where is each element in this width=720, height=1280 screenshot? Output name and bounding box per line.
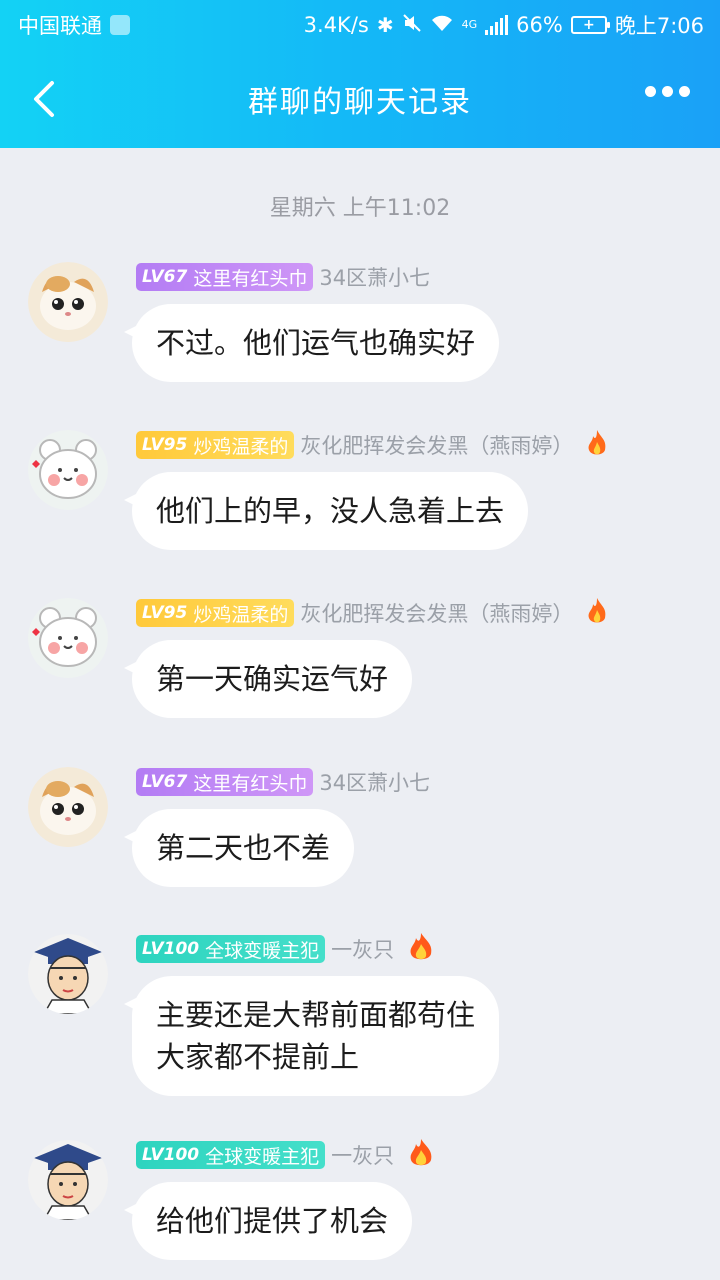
message-bubble[interactable]: 他们上的早，没人急着上去 bbox=[123, 472, 529, 550]
page-title: 群聊的聊天记录 bbox=[248, 85, 472, 120]
student-avatar[interactable] bbox=[28, 1140, 108, 1220]
network-speed: 3.4K/s bbox=[303, 13, 369, 37]
level-label: LV95 bbox=[142, 603, 188, 623]
message-text: 第一天确实运气好 bbox=[156, 662, 389, 696]
message-meta: LV95 炒鸡温柔的 灰化肥挥发会发黑（燕雨婷） bbox=[136, 598, 609, 628]
member-title: 全球变暖主犯 bbox=[205, 939, 320, 962]
mute-icon bbox=[402, 13, 422, 38]
level-badge: LV67 这里有红头巾 bbox=[136, 768, 314, 796]
header-bar: 中国联通 3.4K/s ✱ 4G 66% + 晚上7:06 群聊的聊天记录 bbox=[0, 0, 720, 148]
chat-timestamp: 星期六 上午11:02 bbox=[269, 196, 451, 221]
message-bubble[interactable]: 第一天确实运气好 bbox=[123, 640, 413, 718]
message-bubble[interactable]: 主要还是大帮前面都苟住 大家都不提前上 bbox=[123, 976, 500, 1096]
nav-bar: 群聊的聊天记录 bbox=[0, 50, 720, 148]
level-label: LV67 bbox=[142, 267, 188, 287]
member-title: 炒鸡温柔的 bbox=[193, 435, 289, 458]
level-badge: LV95 炒鸡温柔的 bbox=[136, 431, 295, 459]
cat-avatar[interactable] bbox=[28, 767, 108, 847]
message-bubble[interactable]: 第二天也不差 bbox=[123, 809, 355, 887]
level-label: LV100 bbox=[142, 1145, 200, 1165]
cat-avatar[interactable] bbox=[28, 262, 108, 342]
sender-name[interactable]: 34区萧小七 bbox=[319, 767, 430, 797]
clock: 晚上7:06 bbox=[614, 14, 704, 38]
carrier-name: 中国联通 bbox=[18, 14, 102, 38]
more-dot bbox=[645, 86, 656, 97]
sender-name[interactable]: 一灰只 bbox=[331, 934, 394, 964]
bear-avatar[interactable] bbox=[28, 430, 108, 510]
student-avatar[interactable] bbox=[28, 934, 108, 1014]
level-label: LV95 bbox=[142, 435, 188, 455]
fire-icon bbox=[406, 932, 436, 966]
message-text: 不过。他们运气也确实好 bbox=[156, 326, 476, 360]
message-text-line: 主要还是大帮前面都苟住 bbox=[156, 998, 476, 1032]
sender-name[interactable]: 灰化肥挥发会发黑（燕雨婷） bbox=[300, 430, 573, 460]
bluetooth-icon: ✱ bbox=[376, 13, 394, 37]
message-bubble[interactable]: 给他们提供了机会 bbox=[123, 1182, 413, 1260]
message-meta: LV100 全球变暖主犯 一灰只 bbox=[136, 932, 436, 966]
network-type: 4G bbox=[461, 18, 478, 31]
signal-icon bbox=[485, 15, 509, 35]
level-badge: LV100 全球变暖主犯 bbox=[136, 1141, 326, 1169]
message-meta: LV95 炒鸡温柔的 灰化肥挥发会发黑（燕雨婷） bbox=[136, 430, 609, 460]
message-meta: LV67 这里有红头巾 34区萧小七 bbox=[136, 767, 430, 797]
message-bubble[interactable]: 不过。他们运气也确实好 bbox=[123, 304, 500, 382]
chevron-left-icon bbox=[34, 81, 54, 117]
fire-icon bbox=[585, 596, 609, 630]
battery-icon: + bbox=[570, 16, 610, 34]
more-dot bbox=[662, 86, 673, 97]
level-label: LV100 bbox=[142, 939, 200, 959]
wifi-icon bbox=[430, 13, 454, 38]
status-bar: 中国联通 3.4K/s ✱ 4G 66% + 晚上7:06 bbox=[0, 0, 720, 50]
member-title: 这里有红头巾 bbox=[193, 772, 308, 795]
level-badge: LV100 全球变暖主犯 bbox=[136, 935, 326, 963]
bear-avatar[interactable] bbox=[28, 598, 108, 678]
message-meta: LV67 这里有红头巾 34区萧小七 bbox=[136, 262, 430, 292]
sender-name[interactable]: 34区萧小七 bbox=[319, 262, 430, 292]
message-text: 第二天也不差 bbox=[156, 831, 331, 865]
member-title: 这里有红头巾 bbox=[193, 267, 308, 290]
sender-name[interactable]: 灰化肥挥发会发黑（燕雨婷） bbox=[300, 598, 573, 628]
battery-percent: 66% bbox=[516, 13, 563, 37]
sim-icon bbox=[110, 15, 130, 35]
more-options-button[interactable] bbox=[645, 86, 690, 97]
level-badge: LV67 这里有红头巾 bbox=[136, 263, 314, 291]
level-badge: LV95 炒鸡温柔的 bbox=[136, 599, 295, 627]
sender-name[interactable]: 一灰只 bbox=[331, 1140, 394, 1170]
message-text: 他们上的早，没人急着上去 bbox=[156, 494, 505, 528]
message-text: 给他们提供了机会 bbox=[156, 1204, 389, 1238]
fire-icon bbox=[585, 428, 609, 462]
message-meta: LV100 全球变暖主犯 一灰只 bbox=[136, 1138, 436, 1172]
more-dot bbox=[679, 86, 690, 97]
fire-icon bbox=[406, 1138, 436, 1172]
level-label: LV67 bbox=[142, 772, 188, 792]
member-title: 全球变暖主犯 bbox=[205, 1145, 320, 1168]
message-text-line: 大家都不提前上 bbox=[156, 1040, 360, 1074]
member-title: 炒鸡温柔的 bbox=[193, 603, 289, 626]
back-button[interactable] bbox=[22, 74, 66, 124]
